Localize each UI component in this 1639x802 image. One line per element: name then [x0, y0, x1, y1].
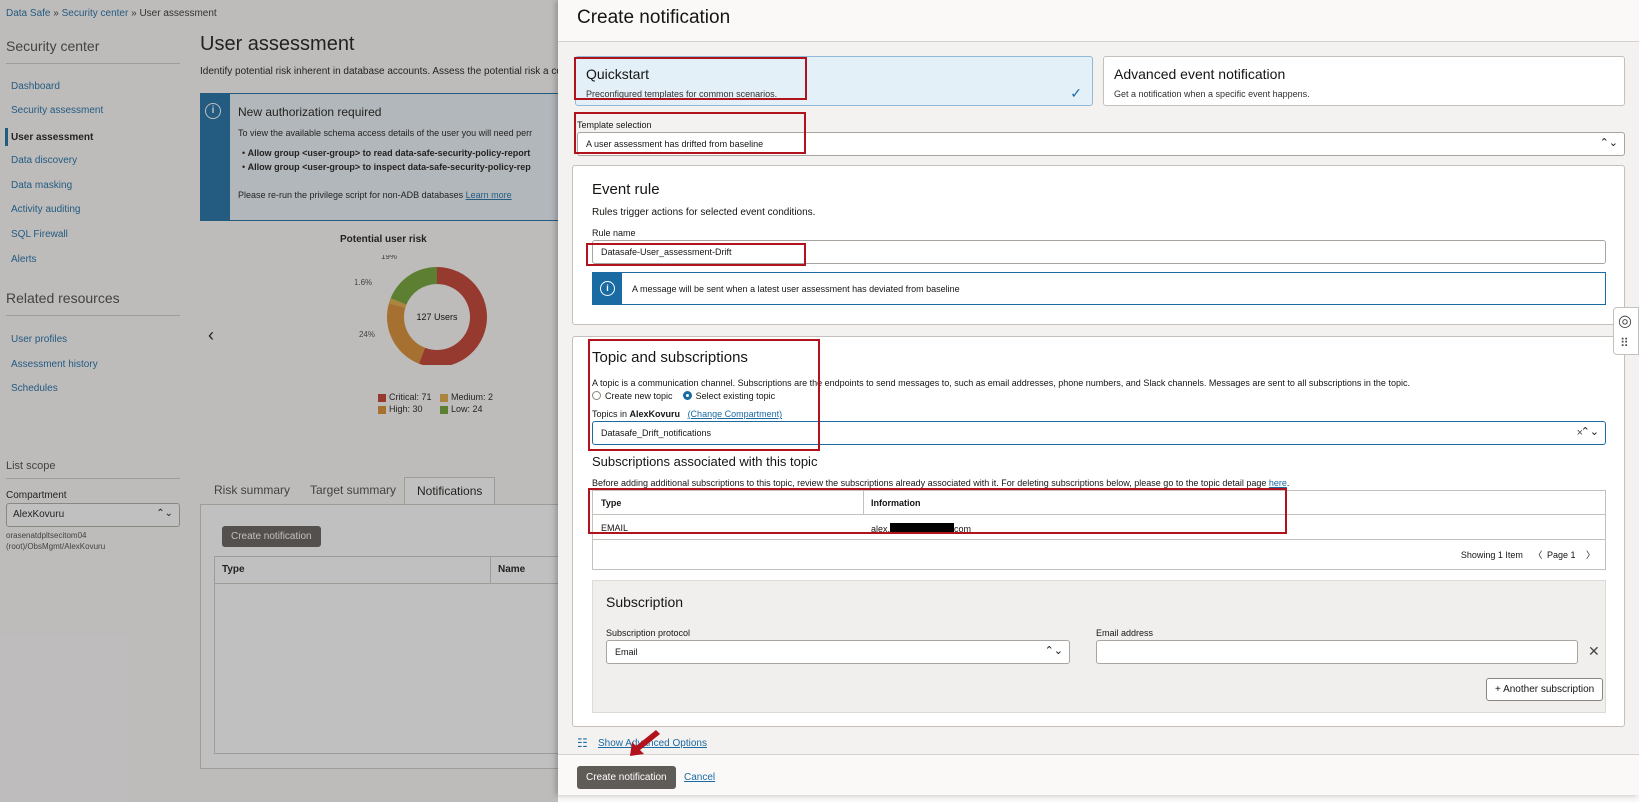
option-description: Get a notification when a specific event… [1114, 89, 1310, 99]
subscriptions-heading: Subscriptions associated with this topic [592, 454, 818, 469]
topic-detail-link[interactable]: here [1269, 478, 1287, 488]
radio-select-existing-topic[interactable]: Select existing topic [682, 391, 776, 401]
radio-label: Select existing topic [695, 391, 776, 401]
subscriptions-description: Before adding additional subscriptions t… [592, 478, 1290, 488]
divider [593, 539, 1605, 540]
radio-selected-icon [682, 391, 692, 400]
chevron-updown-icon: ⌃⌄ [1599, 137, 1618, 149]
drawer-title: Create notification [577, 7, 731, 28]
cell-information: alex. com [871, 523, 971, 534]
grid-icon[interactable]: ⠿ [1620, 336, 1629, 350]
topics-compartment: AlexKovuru [629, 409, 681, 419]
email-address-input[interactable] [1096, 640, 1578, 664]
topics-in-text: Topics in [592, 409, 628, 419]
subscription-title: Subscription [606, 594, 684, 610]
info-text: A message will be sent when a latest use… [632, 284, 960, 294]
subscription-protocol-select[interactable]: Email ⌃⌄ [606, 640, 1070, 664]
showing-count: Showing 1 Item [1460, 550, 1523, 560]
chevron-updown-icon: ⌃⌄ [1580, 426, 1599, 438]
rule-name-label: Rule name [592, 228, 636, 238]
cancel-link[interactable]: Cancel [684, 772, 715, 783]
help-widget[interactable]: ◎ ⠿ [1613, 307, 1639, 355]
topic-select[interactable]: Datasafe_Drift_notifications × ⌃⌄ [592, 421, 1606, 445]
another-subscription-button[interactable]: + Another subscription [1486, 678, 1604, 701]
event-rule-description: Rules trigger actions for selected event… [592, 207, 816, 218]
email-address-label: Email address [1096, 628, 1154, 638]
info-bar: i [593, 273, 622, 304]
chevron-left-icon[interactable]: 〈 [1533, 550, 1542, 560]
topics-in-label: Topics in AlexKovuru (Change Compartment… [592, 409, 782, 419]
page-number: Page 1 [1546, 550, 1576, 560]
template-select[interactable]: A user assessment has drifted from basel… [577, 132, 1625, 156]
create-notification-drawer: Create notification Quickstart Preconfig… [558, 0, 1639, 795]
divider [863, 491, 864, 515]
subscription-protocol-label: Subscription protocol [606, 628, 691, 638]
radio-icon [592, 391, 601, 400]
info-prefix: alex. [871, 524, 891, 534]
table-header: Type Information [593, 491, 1605, 515]
radio-create-new-topic[interactable]: Create new topic [592, 391, 673, 401]
event-rule-title: Event rule [592, 181, 660, 198]
check-icon: ✓ [1070, 85, 1082, 101]
arrow-shape [630, 730, 660, 756]
template-selection-label: Template selection [577, 120, 652, 130]
option-title: Advanced event notification [1114, 66, 1286, 82]
protocol-value: Email [615, 647, 638, 657]
chevron-updown-icon: ⌃⌄ [1044, 645, 1063, 657]
topic-value: Datasafe_Drift_notifications [601, 428, 712, 438]
info-message: i A message will be sent when a latest u… [592, 272, 1606, 305]
option-title: Quickstart [586, 66, 650, 82]
change-compartment-link[interactable]: (Change Compartment) [688, 409, 783, 419]
column-header-type: Type [601, 498, 622, 508]
pagination: Showing 1 Item 〈 Page 1 〉 [1453, 548, 1595, 561]
sliders-icon: ☷ [577, 736, 588, 750]
info-suffix: com [954, 524, 972, 534]
remove-subscription-icon[interactable]: ✕ [1588, 643, 1600, 660]
subs-desc-text: Before adding additional subscriptions t… [592, 478, 1267, 488]
radio-label: Create new topic [605, 391, 673, 401]
redaction-box [890, 523, 955, 534]
template-value: A user assessment has drifted from basel… [586, 139, 764, 149]
cell-type: EMAIL [601, 523, 629, 533]
drawer-footer: Create notification Cancel [558, 754, 1639, 795]
arrow-icon [630, 730, 660, 756]
topic-radio-group: Create new topic Select existing topic [592, 391, 775, 401]
topic-description: A topic is a communication channel. Subs… [592, 378, 1410, 388]
subscriptions-table: Type Information EMAIL alex. com Showing … [592, 490, 1606, 570]
advanced-event-option[interactable]: Advanced event notification Get a notifi… [1103, 56, 1625, 106]
create-notification-button[interactable]: Create notification [577, 766, 676, 789]
topic-title: Topic and subscriptions [592, 349, 748, 366]
modal-overlay[interactable] [0, 0, 558, 802]
quickstart-option[interactable]: Quickstart Preconfigured templates for c… [575, 56, 1093, 106]
rule-name-input[interactable]: Datasafe-User_assessment-Drift [592, 240, 1606, 264]
option-description: Preconfigured templates for common scena… [586, 89, 778, 99]
info-icon: i [600, 281, 615, 296]
column-header-information: Information [871, 498, 921, 508]
chevron-right-icon[interactable]: 〉 [1586, 550, 1595, 560]
lifebuoy-icon[interactable]: ◎ [1618, 311, 1632, 331]
